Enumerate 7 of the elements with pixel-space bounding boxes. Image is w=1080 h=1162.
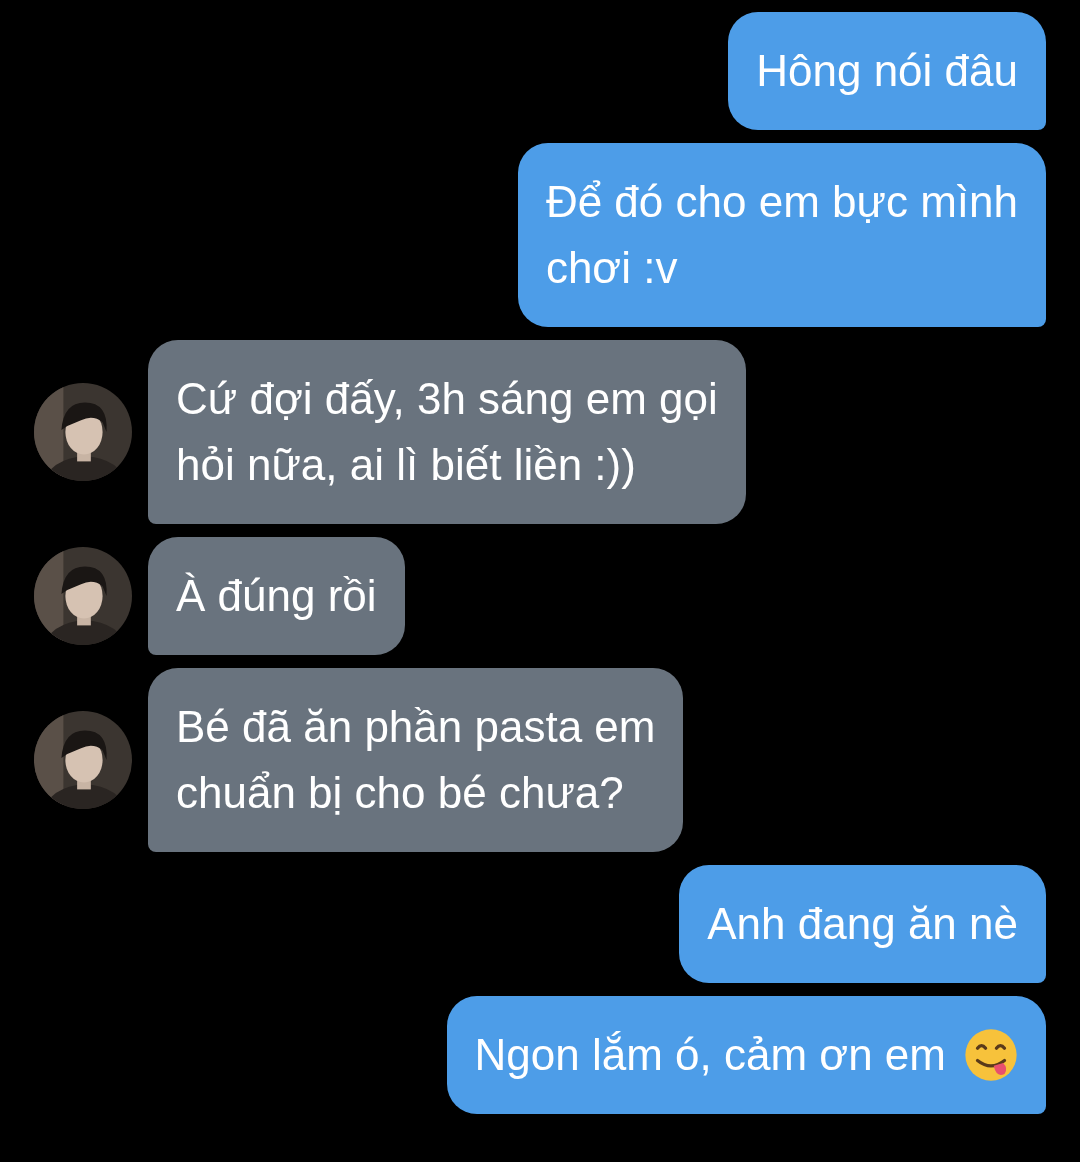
message-text: Cứ đợi đấy, 3h sáng em gọi hỏi nữa, ai lì biết liền :)) [176, 373, 718, 491]
message-text: Anh đang ăn nè [707, 898, 1018, 950]
message-text: À đúng rồi [176, 570, 377, 622]
message-text: Để đó cho em bực mình chơi :v [545, 176, 1018, 294]
message-text: Ngon lắm ó, cảm ơn em [474, 1029, 946, 1081]
message-text: Hông nói đâu [756, 45, 1018, 97]
message-text: Bé đã ăn phần pasta em chuẩn bị cho bé chưa? [176, 701, 656, 819]
